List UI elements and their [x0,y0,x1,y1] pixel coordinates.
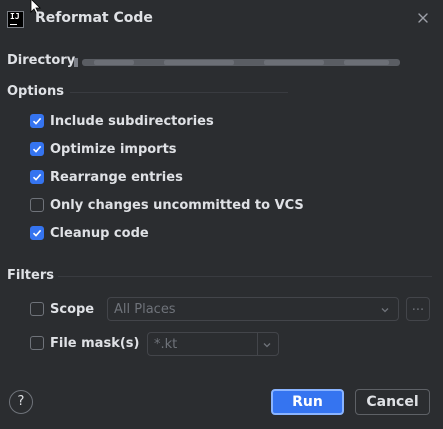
directory-label: Directory [7,53,76,68]
scope-checkbox[interactable] [30,302,44,316]
file-mask-label: File mask(s) [50,335,140,351]
file-mask-dropdown[interactable]: *.kt [147,332,279,356]
optimize-imports-checkbox[interactable] [30,142,44,156]
app-icon-text: IJ [10,12,20,21]
include-subdirectories-label: Include subdirectories [50,113,214,129]
cleanup-code-checkbox[interactable] [30,226,44,240]
optimize-imports-option[interactable]: Optimize imports [30,140,177,158]
cancel-button[interactable]: Cancel [355,389,430,415]
scope-option[interactable]: Scope [30,300,94,318]
file-mask-value: *.kt [154,336,178,352]
scope-label: Scope [50,301,95,317]
include-subdirectories-option[interactable]: Include subdirectories [30,112,214,130]
blurred-directory-path [74,58,400,67]
options-heading: Options [7,84,64,99]
filters-heading: Filters [7,268,54,283]
rearrange-entries-checkbox[interactable] [30,170,44,184]
only-uncommitted-checkbox[interactable] [30,198,44,212]
chevron-down-icon [263,343,271,348]
include-subdirectories-checkbox[interactable] [30,114,44,128]
run-button[interactable]: Run [271,389,344,415]
checkmark-icon [32,173,42,181]
scope-value: All Places [114,301,176,317]
rearrange-entries-option[interactable]: Rearrange entries [30,168,183,186]
scope-dropdown[interactable]: All Places [107,297,399,321]
optimize-imports-label: Optimize imports [50,141,177,157]
checkmark-icon [32,117,42,125]
only-uncommitted-option[interactable]: Only changes uncommitted to VCS [30,196,304,214]
checkmark-icon [32,145,42,153]
options-separator [70,92,288,93]
checkmark-icon [32,229,42,237]
chevron-down-icon [381,308,389,313]
help-button[interactable]: ? [9,390,33,414]
file-mask-option[interactable]: File mask(s) [30,334,139,352]
file-mask-checkbox[interactable] [30,336,44,350]
filters-separator [58,276,432,277]
cleanup-code-option[interactable]: Cleanup code [30,224,149,242]
scope-browse-button[interactable]: ... [406,297,430,321]
intellij-app-icon: IJ [7,11,24,28]
cleanup-code-label: Cleanup code [50,225,149,241]
only-uncommitted-label: Only changes uncommitted to VCS [50,197,304,213]
dialog-title: Reformat Code [35,10,153,26]
close-icon[interactable] [416,11,430,25]
rearrange-entries-label: Rearrange entries [50,169,183,185]
